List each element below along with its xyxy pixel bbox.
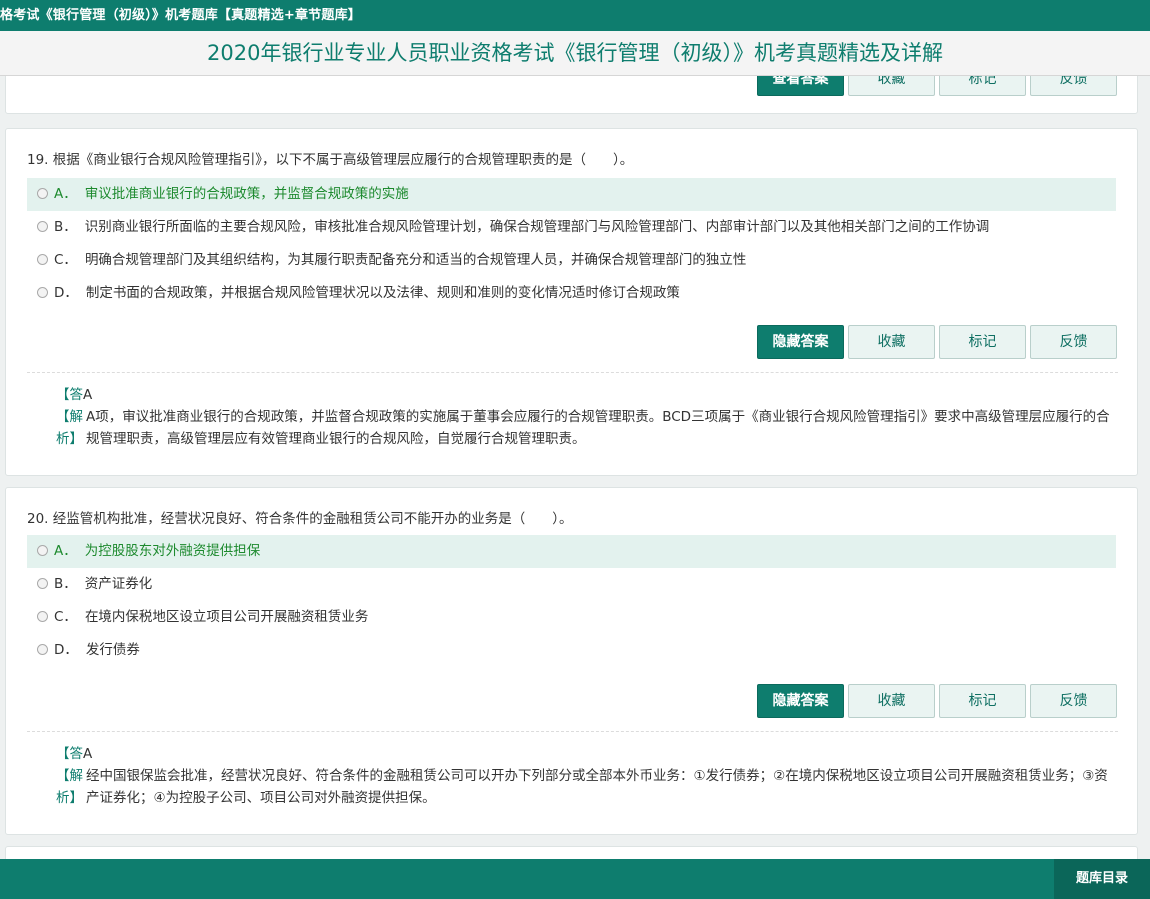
page-header: 2020年银行业专业人员职业资格考试《银行管理（初级）》机考真题精选及详解: [0, 31, 1150, 76]
option-text: 资产证券化: [84, 576, 153, 592]
answer-value: A: [83, 387, 93, 403]
favorite-button[interactable]: 收藏: [848, 325, 935, 359]
option-text: 为控股股东对外融资提供担保: [84, 543, 261, 559]
option-text: 识别商业银行所面临的主要合规风险，审核批准合规风险管理计划，确保合规管理部门与风…: [84, 219, 990, 235]
radio-icon[interactable]: [37, 254, 48, 265]
radio-icon[interactable]: [37, 221, 48, 232]
question-list[interactable]: 查看答案 收藏 标记 反馈 19. 根据《商业银行合规风险管理指引》，以下不属于…: [0, 76, 1150, 859]
answer-label: 【答: [56, 387, 83, 403]
view-answer-button[interactable]: 查看答案: [757, 76, 844, 96]
explanation-text: A项，审议批准商业银行的合规政策，并监督合规政策的实施属于董事会应履行的合规管理…: [86, 409, 1110, 447]
bottom-bar: 题库目录: [0, 859, 1150, 899]
option-text: 明确合规管理部门及其组织结构，为其履行职责配备充分和适当的合规管理人员，并确保合…: [84, 252, 747, 268]
feedback-button[interactable]: 反馈: [1030, 325, 1117, 359]
question-actions: 查看答案 收藏 标记 反馈: [757, 76, 1117, 96]
option-text: 在境内保税地区设立项目公司开展融资租赁业务: [84, 609, 369, 625]
favorite-button[interactable]: 收藏: [848, 684, 935, 718]
question-actions: 隐藏答案 收藏 标记 反馈: [757, 325, 1117, 359]
question-card: 20. 经监管机构批准，经营状况良好、符合条件的金融租赁公司不能开办的业务是（ …: [5, 487, 1138, 835]
answer-line: 【答A: [56, 743, 1121, 765]
catalog-button[interactable]: 题库目录: [1054, 859, 1150, 899]
explanation-label: 【解 析】: [56, 409, 83, 447]
answer-label: 【答: [56, 746, 83, 762]
radio-icon[interactable]: [37, 611, 48, 622]
radio-icon[interactable]: [37, 545, 48, 556]
page-title: 2020年银行业专业人员职业资格考试《银行管理（初级）》机考真题精选及详解: [207, 41, 943, 65]
hide-answer-button[interactable]: 隐藏答案: [757, 684, 844, 718]
favorite-button[interactable]: 收藏: [848, 76, 935, 96]
app-title-bar: 格考试《银行管理（初级）》机考题库【真题精选+章节题库】: [0, 0, 1150, 31]
option-b[interactable]: B． 识别商业银行所面临的主要合规风险，审核批准合规风险管理计划，确保合规管理部门…: [27, 211, 1116, 244]
explanation-label: 【解 析】: [56, 768, 83, 806]
radio-icon[interactable]: [37, 578, 48, 589]
question-card-prev: 查看答案 收藏 标记 反馈: [5, 76, 1138, 114]
mark-button[interactable]: 标记: [939, 684, 1026, 718]
option-text: 发行债券: [85, 642, 140, 658]
option-b[interactable]: B． 资产证券化: [27, 568, 1116, 601]
explanation: 【解 析】 A项，审议批准商业银行的合规政策，并监督合规政策的实施属于董事会应履…: [56, 406, 1121, 450]
explanation-text: 经中国银保监会批准，经营状况良好、符合条件的金融租赁公司可以开办下列部分或全部本…: [86, 768, 1108, 806]
question-card: 19. 根据《商业银行合规风险管理指引》，以下不属于高级管理层应履行的合规管理职…: [5, 128, 1138, 476]
radio-icon[interactable]: [37, 644, 48, 655]
option-c[interactable]: C． 在境内保税地区设立项目公司开展融资租赁业务: [27, 601, 1116, 634]
option-text: 审议批准商业银行的合规政策，并监督合规政策的实施: [84, 186, 409, 202]
mark-button[interactable]: 标记: [939, 325, 1026, 359]
question-title: 20. 经监管机构批准，经营状况良好、符合条件的金融租赁公司不能开办的业务是（ …: [27, 511, 573, 527]
option-text: 制定书面的合规政策，并根据合规风险管理状况以及法律、规则和准则的变化情况适时修订…: [85, 285, 680, 301]
answer-value: A: [83, 746, 93, 762]
radio-icon[interactable]: [37, 188, 48, 199]
question-card-next: [5, 846, 1138, 859]
option-d[interactable]: D． 制定书面的合规政策，并根据合规风险管理状况以及法律、规则和准则的变化情况适时…: [27, 277, 1116, 310]
app-title: 格考试《银行管理（初级）》机考题库【真题精选+章节题库】: [0, 8, 361, 23]
hide-answer-button[interactable]: 隐藏答案: [757, 325, 844, 359]
divider: [27, 372, 1118, 373]
option-d[interactable]: D． 发行债券: [27, 634, 1116, 667]
question-title: 19. 根据《商业银行合规风险管理指引》，以下不属于高级管理层应履行的合规管理职…: [27, 152, 634, 168]
mark-button[interactable]: 标记: [939, 76, 1026, 96]
feedback-button[interactable]: 反馈: [1030, 684, 1117, 718]
option-a[interactable]: A． 审议批准商业银行的合规政策，并监督合规政策的实施: [27, 178, 1116, 211]
option-a[interactable]: A． 为控股股东对外融资提供担保: [27, 535, 1116, 568]
question-actions: 隐藏答案 收藏 标记 反馈: [757, 684, 1117, 718]
radio-icon[interactable]: [37, 287, 48, 298]
feedback-button[interactable]: 反馈: [1030, 76, 1117, 96]
explanation: 【解 析】 经中国银保监会批准，经营状况良好、符合条件的金融租赁公司可以开办下列…: [56, 765, 1121, 809]
divider: [27, 731, 1118, 732]
answer-line: 【答A: [56, 384, 1121, 406]
option-c[interactable]: C． 明确合规管理部门及其组织结构，为其履行职责配备充分和适当的合规管理人员，并确…: [27, 244, 1116, 277]
